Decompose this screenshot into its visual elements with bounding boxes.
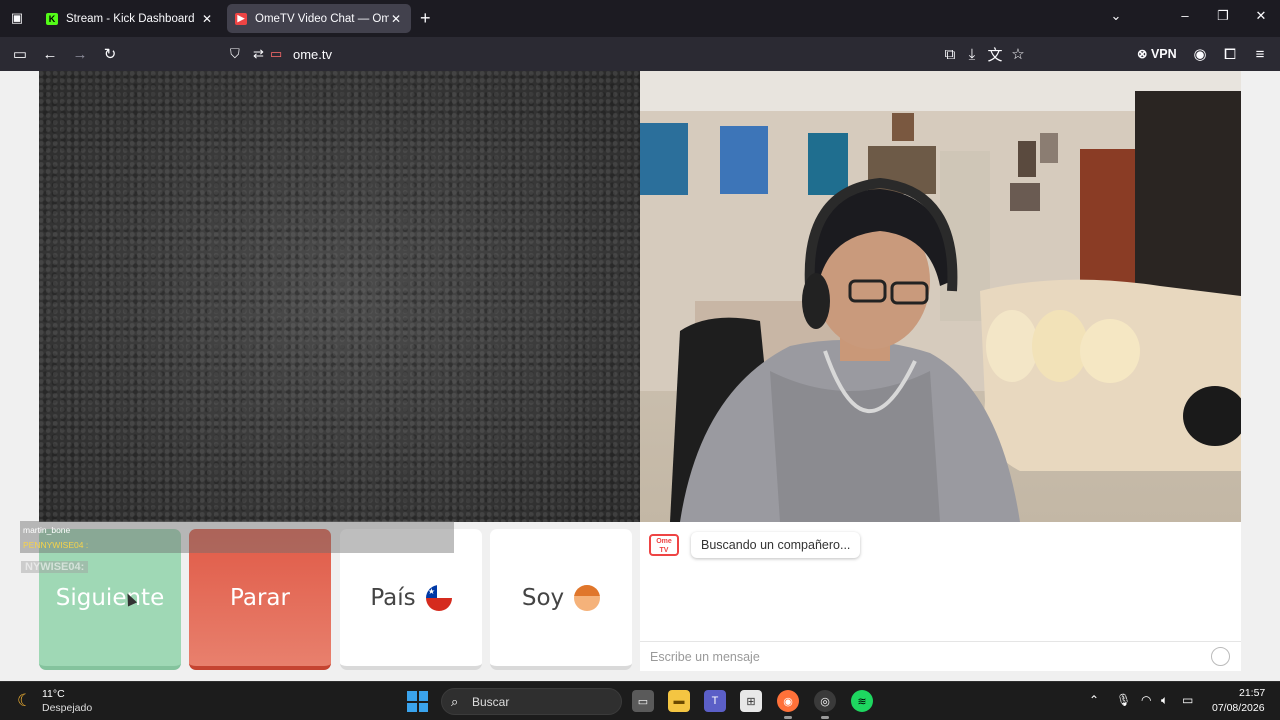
close-window-icon[interactable]: ✕ xyxy=(1246,8,1276,24)
windows-start-icon[interactable] xyxy=(407,691,428,712)
ometv-icon: ▶ xyxy=(235,12,247,25)
chat-panel: Ome TV Buscando un compañero... xyxy=(640,522,1241,671)
country-label: País xyxy=(370,584,416,611)
close-tab-icon[interactable]: ✕ xyxy=(389,12,403,26)
weather-temperature[interactable]: 11°C xyxy=(42,688,65,700)
overlay-chat-line: PENNYWISE04 : xyxy=(23,540,89,550)
ometv-page: Siguiente Parar País ★ Soy martin_bone P… xyxy=(0,71,1280,681)
gender-label: Soy xyxy=(521,584,565,611)
close-tab-icon[interactable]: ✕ xyxy=(200,12,214,26)
obs-icon[interactable]: ◎ xyxy=(814,690,836,712)
clock-date[interactable]: 07/08/2026 xyxy=(1212,702,1265,714)
account-icon[interactable]: ◉ xyxy=(1189,44,1211,64)
shield-icon[interactable]: ⛉ xyxy=(230,46,240,62)
tab-title: Stream - Kick Dashboard xyxy=(66,12,195,25)
url-bar[interactable]: ⛉ ⇄ ▭ ome.tv xyxy=(222,41,1036,68)
bookmark-star-icon[interactable]: ☆ xyxy=(1007,44,1029,64)
next-label: Siguiente xyxy=(55,584,165,611)
navigation-bar: ▭ ← → ↻ ⛉ ⇄ ▭ ome.tv ⧉ ⤓ 文 ☆ ⊗ VPN ◉ ⧠ ≡ xyxy=(0,37,1280,71)
stop-label: Parar xyxy=(230,584,290,611)
firefox-icon[interactable]: ◉ xyxy=(777,690,799,712)
stranger-video xyxy=(39,71,640,522)
clock-time[interactable]: 21:57 xyxy=(1239,687,1265,699)
reload-icon[interactable]: ↻ xyxy=(99,44,121,64)
overlay-chat-line: martin_bone xyxy=(23,525,71,535)
gender-button[interactable]: Soy xyxy=(490,529,632,670)
running-indicator xyxy=(821,716,829,719)
wifi-icon[interactable]: ◠ xyxy=(1141,693,1151,707)
tab-bar: ▣ K Stream - Kick Dashboard ✕ ▶ OmeTV Vi… xyxy=(0,0,1280,37)
forward-icon[interactable]: → xyxy=(69,44,91,64)
list-all-tabs-icon[interactable]: ⌄ xyxy=(1101,8,1131,24)
teams-icon[interactable]: T xyxy=(704,690,726,712)
translate-icon[interactable]: 文 xyxy=(984,44,1006,64)
message-input[interactable] xyxy=(640,641,1241,671)
ometv-logo: Ome TV xyxy=(649,534,679,556)
extensions-icon[interactable]: ⧠ xyxy=(1219,44,1241,64)
taskbar: ☾ 11°C Despejado ⌕ Buscar ▭ ▬ T ⊞ ◉ ◎ ≋ … xyxy=(0,681,1280,720)
menu-icon[interactable]: ≡ xyxy=(1249,44,1271,64)
picture-in-picture-icon[interactable]: ⧉ xyxy=(939,44,961,64)
self-camera-feed xyxy=(640,71,1241,522)
search-icon: ⌕ xyxy=(451,694,459,709)
tab-title: OmeTV Video Chat — Omegle Alternative xyxy=(255,12,389,25)
file-explorer-icon[interactable]: ▬ xyxy=(668,690,690,712)
back-icon[interactable]: ← xyxy=(39,44,61,64)
tab-ometv[interactable]: ▶ OmeTV Video Chat — Omegle Alternative … xyxy=(227,4,411,33)
permissions-icon[interactable]: ⇄ xyxy=(253,46,264,62)
emoji-icon[interactable] xyxy=(1211,647,1230,666)
task-view-icon[interactable]: ▭ xyxy=(632,690,654,712)
url-text[interactable]: ome.tv xyxy=(293,47,332,62)
vpn-label: VPN xyxy=(1150,47,1177,61)
kick-icon: K xyxy=(46,12,58,25)
save-page-icon[interactable]: ⤓ xyxy=(961,44,983,64)
weather-condition[interactable]: Despejado xyxy=(42,702,92,714)
overlay-chat-line: NYWISE04: xyxy=(21,561,89,573)
minimize-icon[interactable]: – xyxy=(1170,8,1200,23)
moon-icon[interactable]: ☾ xyxy=(17,691,32,711)
chile-flag-icon: ★ xyxy=(425,584,452,611)
volume-icon[interactable]: 🔈︎ xyxy=(1161,693,1168,708)
battery-icon[interactable]: ▭ xyxy=(1182,693,1193,707)
tab-list-icon[interactable]: ▣ xyxy=(6,8,28,28)
camera-icon[interactable]: ▭ xyxy=(270,46,282,62)
new-tab-icon[interactable]: + xyxy=(420,8,431,28)
search-placeholder: Buscar xyxy=(472,695,510,709)
store-icon[interactable]: ⊞ xyxy=(740,690,762,712)
vpn-button[interactable]: ⊗ VPN xyxy=(1137,46,1177,61)
spotify-icon[interactable]: ≋ xyxy=(851,690,873,712)
microphone-icon[interactable]: 🎙︎ xyxy=(1116,693,1131,707)
boy-face-icon xyxy=(574,584,601,611)
sidebar-icon[interactable]: ▭ xyxy=(9,44,31,64)
taskbar-search[interactable]: ⌕ Buscar xyxy=(441,688,622,715)
tab-kick-dashboard[interactable]: K Stream - Kick Dashboard ✕ xyxy=(38,4,222,33)
running-indicator xyxy=(784,716,792,719)
status-message: Buscando un compañero... xyxy=(691,532,861,558)
self-video xyxy=(640,71,1241,522)
chevron-up-icon[interactable]: ⌃ xyxy=(1089,693,1099,707)
restore-icon[interactable]: ❐ xyxy=(1208,8,1238,24)
